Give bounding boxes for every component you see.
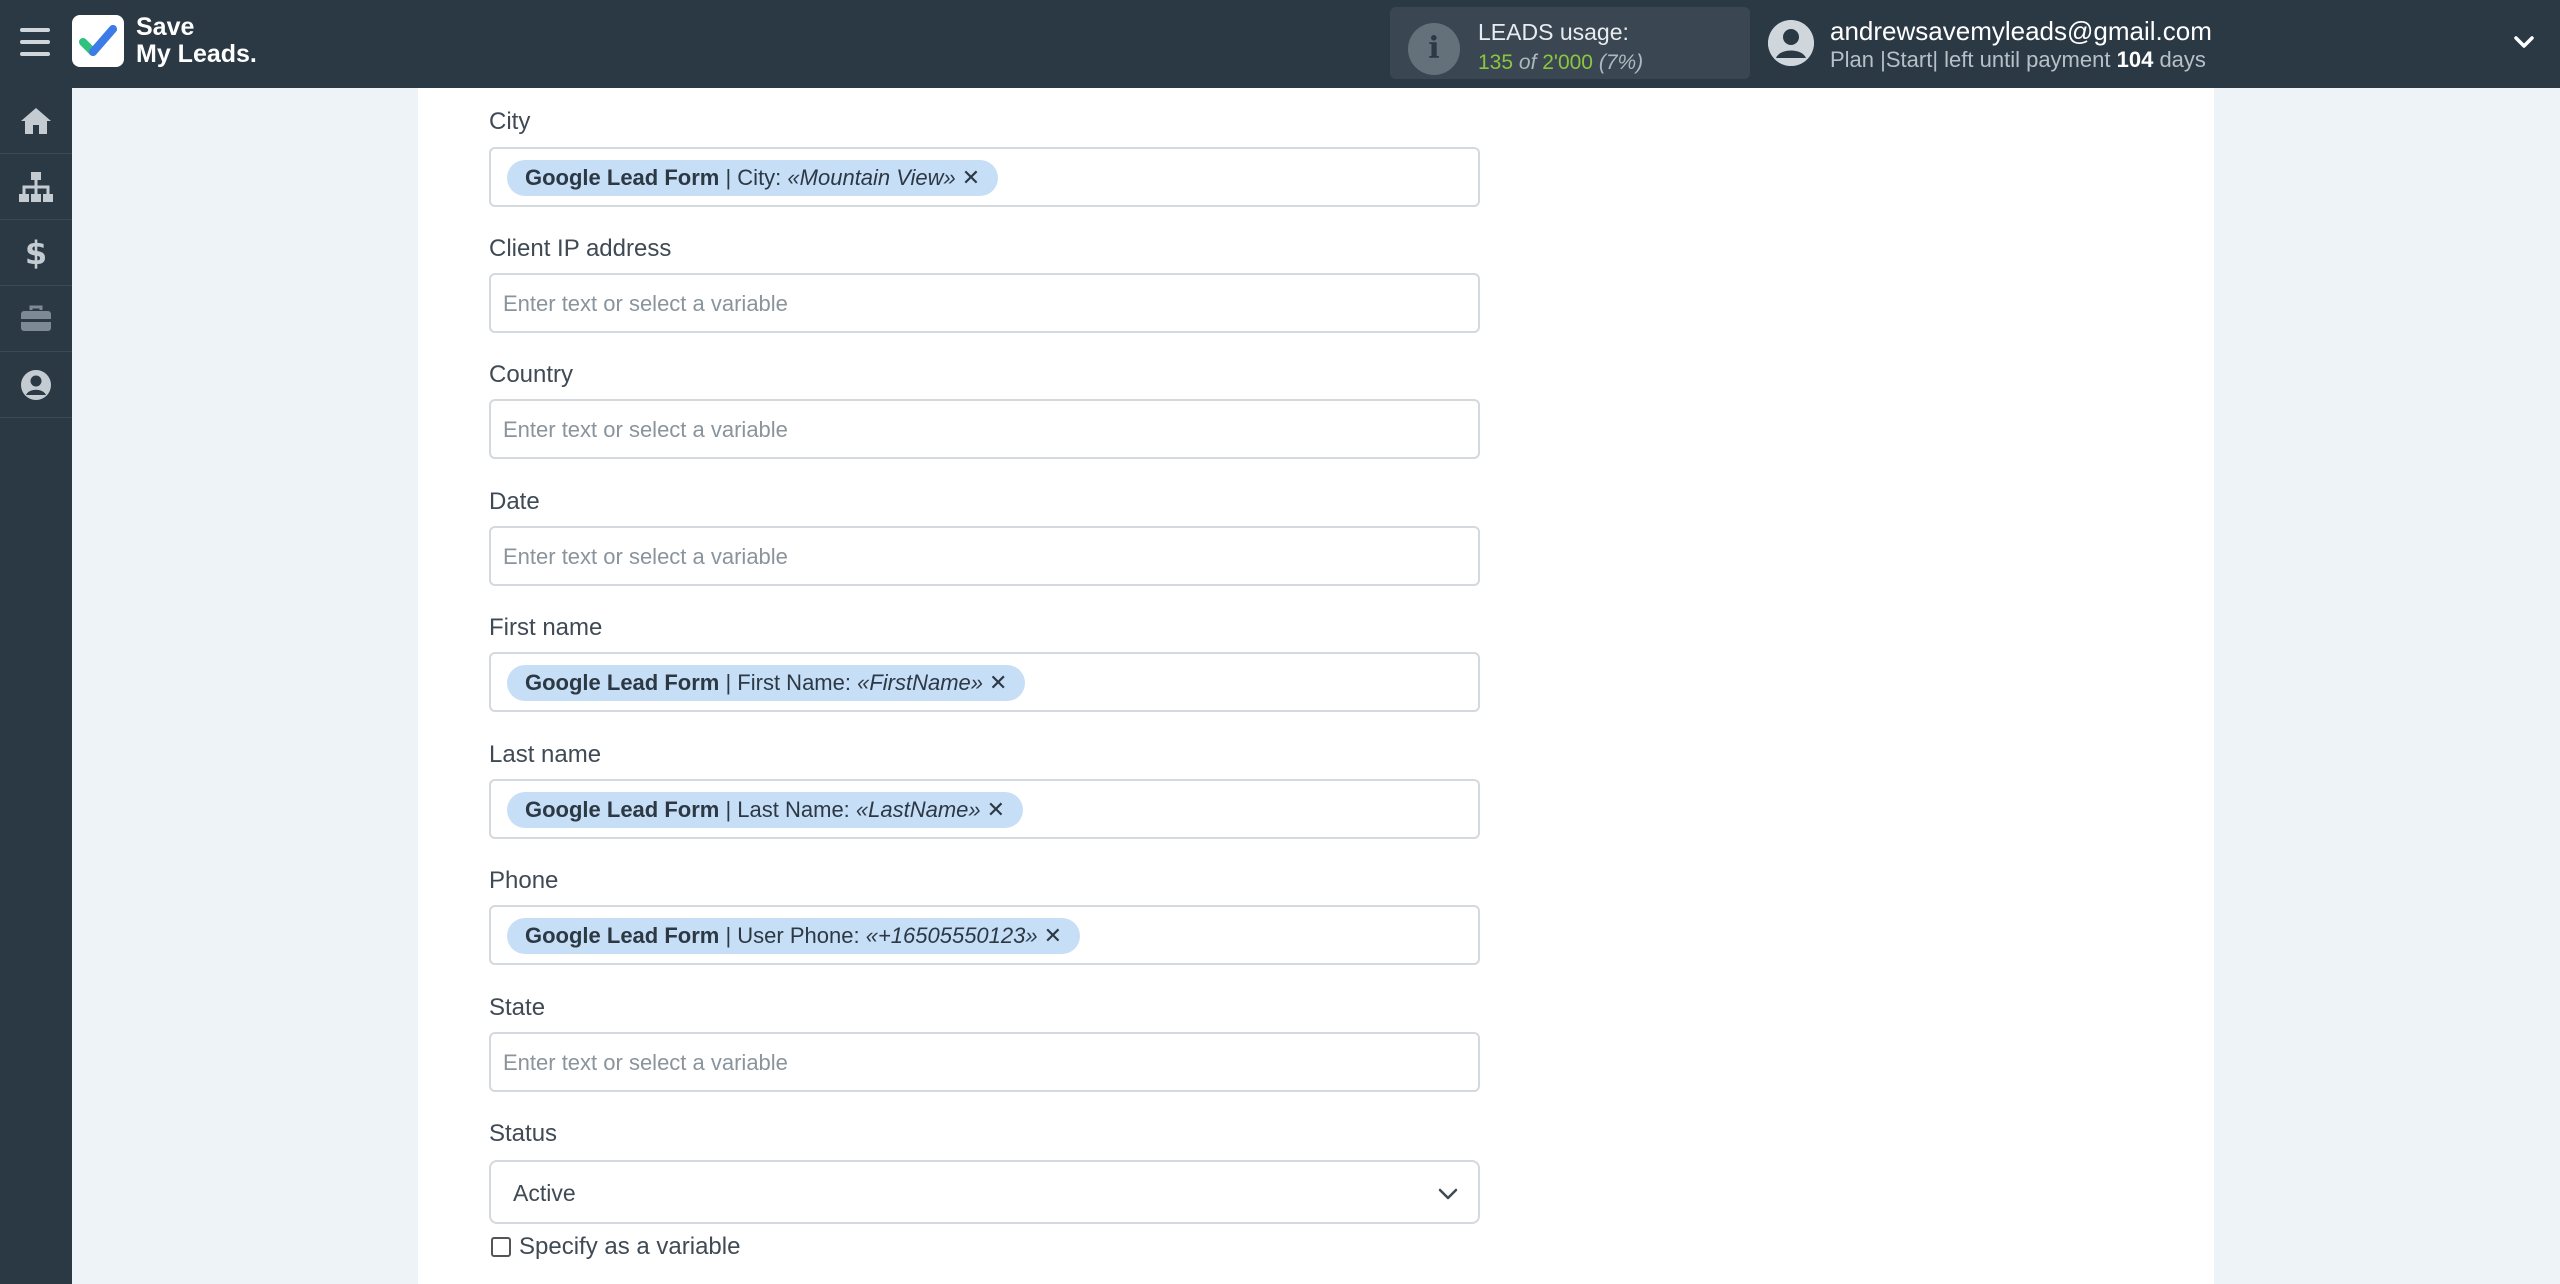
tag-field: | User Phone:	[719, 923, 866, 948]
usage-count: 135 of 2'000 (7%)	[1478, 51, 1643, 75]
top-bar: Save My Leads. i LEADS usage: 135 of 2'0…	[0, 0, 2560, 88]
status-select[interactable]: Active	[489, 1160, 1480, 1224]
last-name-label: Last name	[489, 741, 602, 768]
logo-line2: My Leads.	[136, 40, 257, 68]
variable-tag[interactable]: Google Lead Form | User Phone: «+1650555…	[507, 918, 1081, 954]
placeholder-text: Enter text or select a variable	[503, 291, 788, 316]
info-icon: i	[1408, 23, 1460, 75]
client-ip-label: Client IP address	[489, 235, 672, 262]
first-name-field[interactable]: Google Lead Form | First Name: «FirstNam…	[489, 652, 1480, 712]
date-field[interactable]: Enter text or select a variable	[489, 526, 1480, 586]
tag-source: Google Lead Form	[525, 670, 720, 695]
tag-value: «LastName»	[855, 797, 981, 822]
usage-total: 2'000	[1542, 51, 1593, 74]
briefcase-icon	[21, 305, 51, 331]
tag-value: «Mountain View»	[787, 165, 956, 190]
avatar[interactable]	[1768, 20, 1814, 66]
sidebar: $	[0, 88, 72, 1284]
tag-source: Google Lead Form	[525, 923, 720, 948]
country-field[interactable]: Enter text or select a variable	[489, 399, 1480, 459]
tag-field: | City:	[719, 165, 788, 190]
plan-suffix: days	[2159, 47, 2206, 72]
variable-tag[interactable]: Google Lead Form | City: «Mountain View»…	[507, 160, 999, 196]
remove-tag-icon[interactable]: ✕	[1044, 923, 1062, 948]
specify-variable-checkbox[interactable]	[491, 1237, 511, 1257]
placeholder-text: Enter text or select a variable	[503, 1050, 788, 1075]
chevron-down-icon[interactable]	[2512, 30, 2536, 54]
sidebar-item-connections[interactable]	[0, 154, 72, 220]
placeholder-text: Enter text or select a variable	[503, 544, 788, 569]
remove-tag-icon[interactable]: ✕	[989, 670, 1007, 695]
variable-tag[interactable]: Google Lead Form | Last Name: «LastName»…	[507, 792, 1024, 828]
sidebar-item-home[interactable]	[0, 88, 72, 154]
plan-info: Plan |Start| left until payment 104 days	[1830, 47, 2206, 73]
tag-source: Google Lead Form	[525, 797, 720, 822]
usage-of: of	[1518, 51, 1537, 74]
variable-tag[interactable]: Google Lead Form | First Name: «FirstNam…	[507, 665, 1026, 701]
country-label: Country	[489, 361, 574, 388]
tag-value: «+16505550123»	[865, 923, 1038, 948]
plan-prefix: Plan |Start| left until payment	[1830, 47, 2111, 72]
sidebar-item-account[interactable]	[0, 352, 72, 418]
date-label: Date	[489, 488, 540, 515]
placeholder-text: Enter text or select a variable	[503, 417, 788, 442]
user-circle-icon	[21, 369, 51, 400]
city-label: City	[489, 108, 531, 135]
tag-field: | Last Name:	[719, 797, 856, 822]
status-value: Active	[513, 1180, 576, 1206]
specify-variable-label[interactable]: Specify as a variable	[519, 1233, 740, 1261]
remove-tag-icon[interactable]: ✕	[962, 165, 980, 190]
hamburger-menu-icon[interactable]	[20, 28, 50, 56]
last-name-field[interactable]: Google Lead Form | Last Name: «LastName»…	[489, 779, 1480, 839]
first-name-label: First name	[489, 614, 603, 641]
status-label: Status	[489, 1120, 558, 1147]
state-field[interactable]: Enter text or select a variable	[489, 1032, 1480, 1092]
plan-days: 104	[2116, 47, 2154, 72]
usage-title: LEADS usage:	[1478, 19, 1629, 45]
tag-field: | First Name:	[719, 670, 858, 695]
remove-tag-icon[interactable]: ✕	[987, 797, 1005, 822]
leads-usage-panel: i LEADS usage: 135 of 2'000 (7%)	[1390, 7, 1750, 79]
sidebar-item-tools[interactable]	[0, 286, 72, 352]
city-field[interactable]: Google Lead Form | City: «Mountain View»…	[489, 147, 1480, 207]
phone-label: Phone	[489, 867, 559, 894]
usage-percent: (7%)	[1598, 51, 1644, 74]
user-email[interactable]: andrewsavemyleads@gmail.com	[1830, 16, 2212, 47]
sitemap-icon	[19, 171, 53, 202]
state-label: State	[489, 994, 546, 1021]
sidebar-item-billing[interactable]: $	[0, 220, 72, 286]
logo-line1: Save	[136, 13, 195, 41]
dollar-icon: $	[24, 233, 48, 272]
client-ip-field[interactable]: Enter text or select a variable	[489, 273, 1480, 333]
logo-icon[interactable]	[72, 15, 124, 67]
specify-variable-row: Specify as a variable	[491, 1233, 740, 1261]
tag-value: «FirstName»	[857, 670, 984, 695]
usage-used: 135	[1478, 51, 1514, 74]
logo-text[interactable]: Save My Leads.	[136, 14, 257, 68]
chevron-down-icon	[1436, 1182, 1460, 1206]
home-icon	[21, 107, 51, 134]
phone-field[interactable]: Google Lead Form | User Phone: «+1650555…	[489, 905, 1480, 965]
tag-source: Google Lead Form	[525, 165, 720, 190]
